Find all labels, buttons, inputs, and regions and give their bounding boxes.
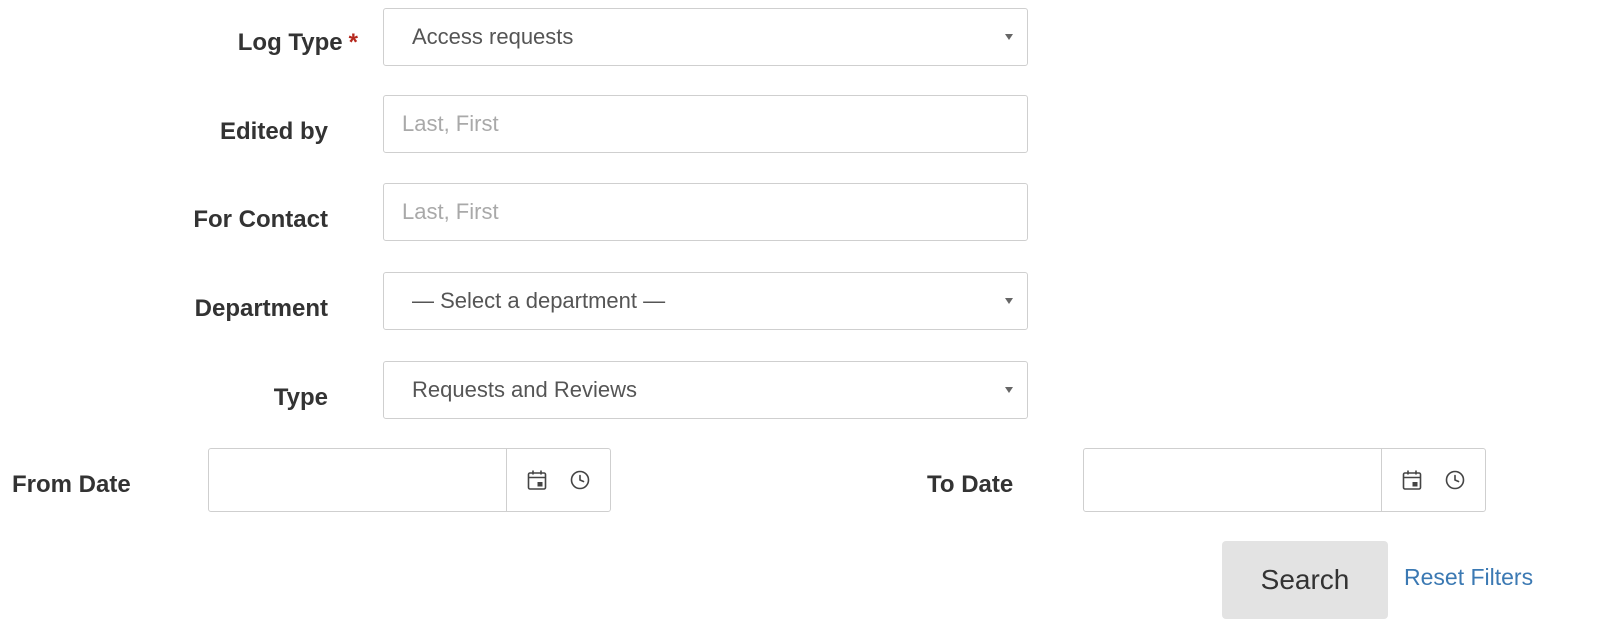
to-date-label: To Date	[927, 471, 1014, 498]
edited-by-label: Edited by	[219, 118, 328, 145]
reset-filters-link[interactable]: Reset Filters	[1404, 564, 1533, 591]
to-date-input[interactable]	[1098, 449, 1368, 511]
clock-icon[interactable]	[565, 465, 595, 495]
chevron-down-icon	[1005, 34, 1013, 40]
search-button[interactable]: Search	[1222, 541, 1388, 619]
log-type-label: Log Type *	[58, 29, 358, 57]
log-type-label-text: Log Type	[237, 29, 343, 56]
from-date-input[interactable]	[223, 449, 493, 511]
type-select[interactable]: Requests and Reviews	[383, 361, 1028, 419]
edited-by-field[interactable]	[383, 95, 1028, 153]
department-label: Department	[194, 295, 328, 322]
for-contact-label: For Contact	[193, 206, 328, 233]
from-date-addon	[506, 449, 610, 511]
edited-by-input[interactable]	[402, 96, 1015, 152]
chevron-down-icon	[1005, 387, 1013, 393]
clock-icon[interactable]	[1440, 465, 1470, 495]
for-contact-input[interactable]	[402, 184, 1015, 240]
type-selected-value: Requests and Reviews	[412, 377, 638, 402]
for-contact-field[interactable]	[383, 183, 1028, 241]
calendar-icon[interactable]	[522, 465, 552, 495]
required-marker: *	[348, 29, 358, 56]
department-selected-value: — Select a department —	[412, 288, 666, 313]
department-select[interactable]: — Select a department —	[383, 272, 1028, 330]
from-date-label: From Date	[12, 471, 131, 498]
from-date-field[interactable]	[208, 448, 611, 512]
calendar-icon[interactable]	[1397, 465, 1427, 495]
chevron-down-icon	[1005, 298, 1013, 304]
type-label: Type	[273, 384, 328, 411]
to-date-field[interactable]	[1083, 448, 1486, 512]
log-type-select[interactable]: Access requests	[383, 8, 1028, 66]
to-date-addon	[1381, 449, 1485, 511]
log-type-selected-value: Access requests	[412, 24, 574, 49]
